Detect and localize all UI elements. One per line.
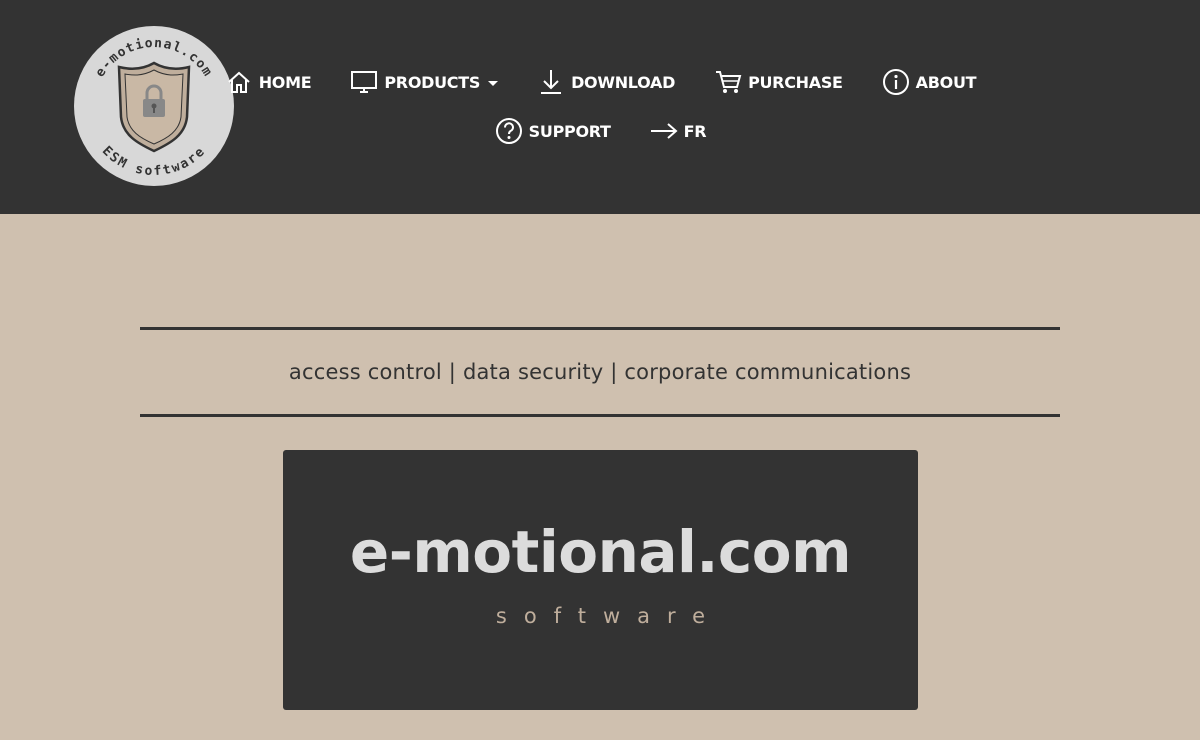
home-icon xyxy=(224,67,254,97)
divider-top xyxy=(140,327,1060,330)
nav-home[interactable]: HOME xyxy=(224,62,312,102)
main-nav: HOME PRODUCTS DOWNLOAD PURCHASE ABOUT xyxy=(0,62,1200,102)
logo[interactable]: e-motional.com ESM software xyxy=(73,25,235,187)
chevron-down-icon xyxy=(488,80,499,86)
nav-purchase-label: PURCHASE xyxy=(748,72,843,92)
info-icon xyxy=(881,67,911,97)
secondary-nav: SUPPORT FR xyxy=(0,111,1200,151)
nav-products-label: PRODUCTS xyxy=(384,72,481,92)
nav-language-label: FR xyxy=(683,121,707,141)
nav-download-label: DOWNLOAD xyxy=(571,72,676,92)
nav-support-label: SUPPORT xyxy=(528,121,611,141)
nav-support[interactable]: SUPPORT xyxy=(494,111,611,151)
nav-language-fr[interactable]: FR xyxy=(649,111,707,151)
arrow-right-icon xyxy=(649,116,679,146)
nav-about-label: ABOUT xyxy=(915,72,977,92)
nav-download[interactable]: DOWNLOAD xyxy=(536,62,675,102)
shield-lock-icon: e-motional.com ESM software xyxy=(74,26,234,186)
nav-about[interactable]: ABOUT xyxy=(881,62,977,102)
brand-banner: e-motional.com software xyxy=(283,450,918,710)
help-icon xyxy=(494,116,524,146)
nav-home-label: HOME xyxy=(258,72,312,92)
monitor-icon xyxy=(349,67,379,97)
divider-bottom xyxy=(140,414,1060,417)
nav-purchase[interactable]: PURCHASE xyxy=(713,62,843,102)
banner-title: e-motional.com xyxy=(349,518,852,586)
nav-products[interactable]: PRODUCTS xyxy=(349,62,499,102)
site-header: e-motional.com ESM software HOME PRODUCT… xyxy=(0,0,1200,214)
cart-icon xyxy=(713,67,743,97)
download-icon xyxy=(536,67,566,97)
banner-subtitle: software xyxy=(495,604,723,628)
tagline: access control | data security | corpora… xyxy=(288,360,912,384)
